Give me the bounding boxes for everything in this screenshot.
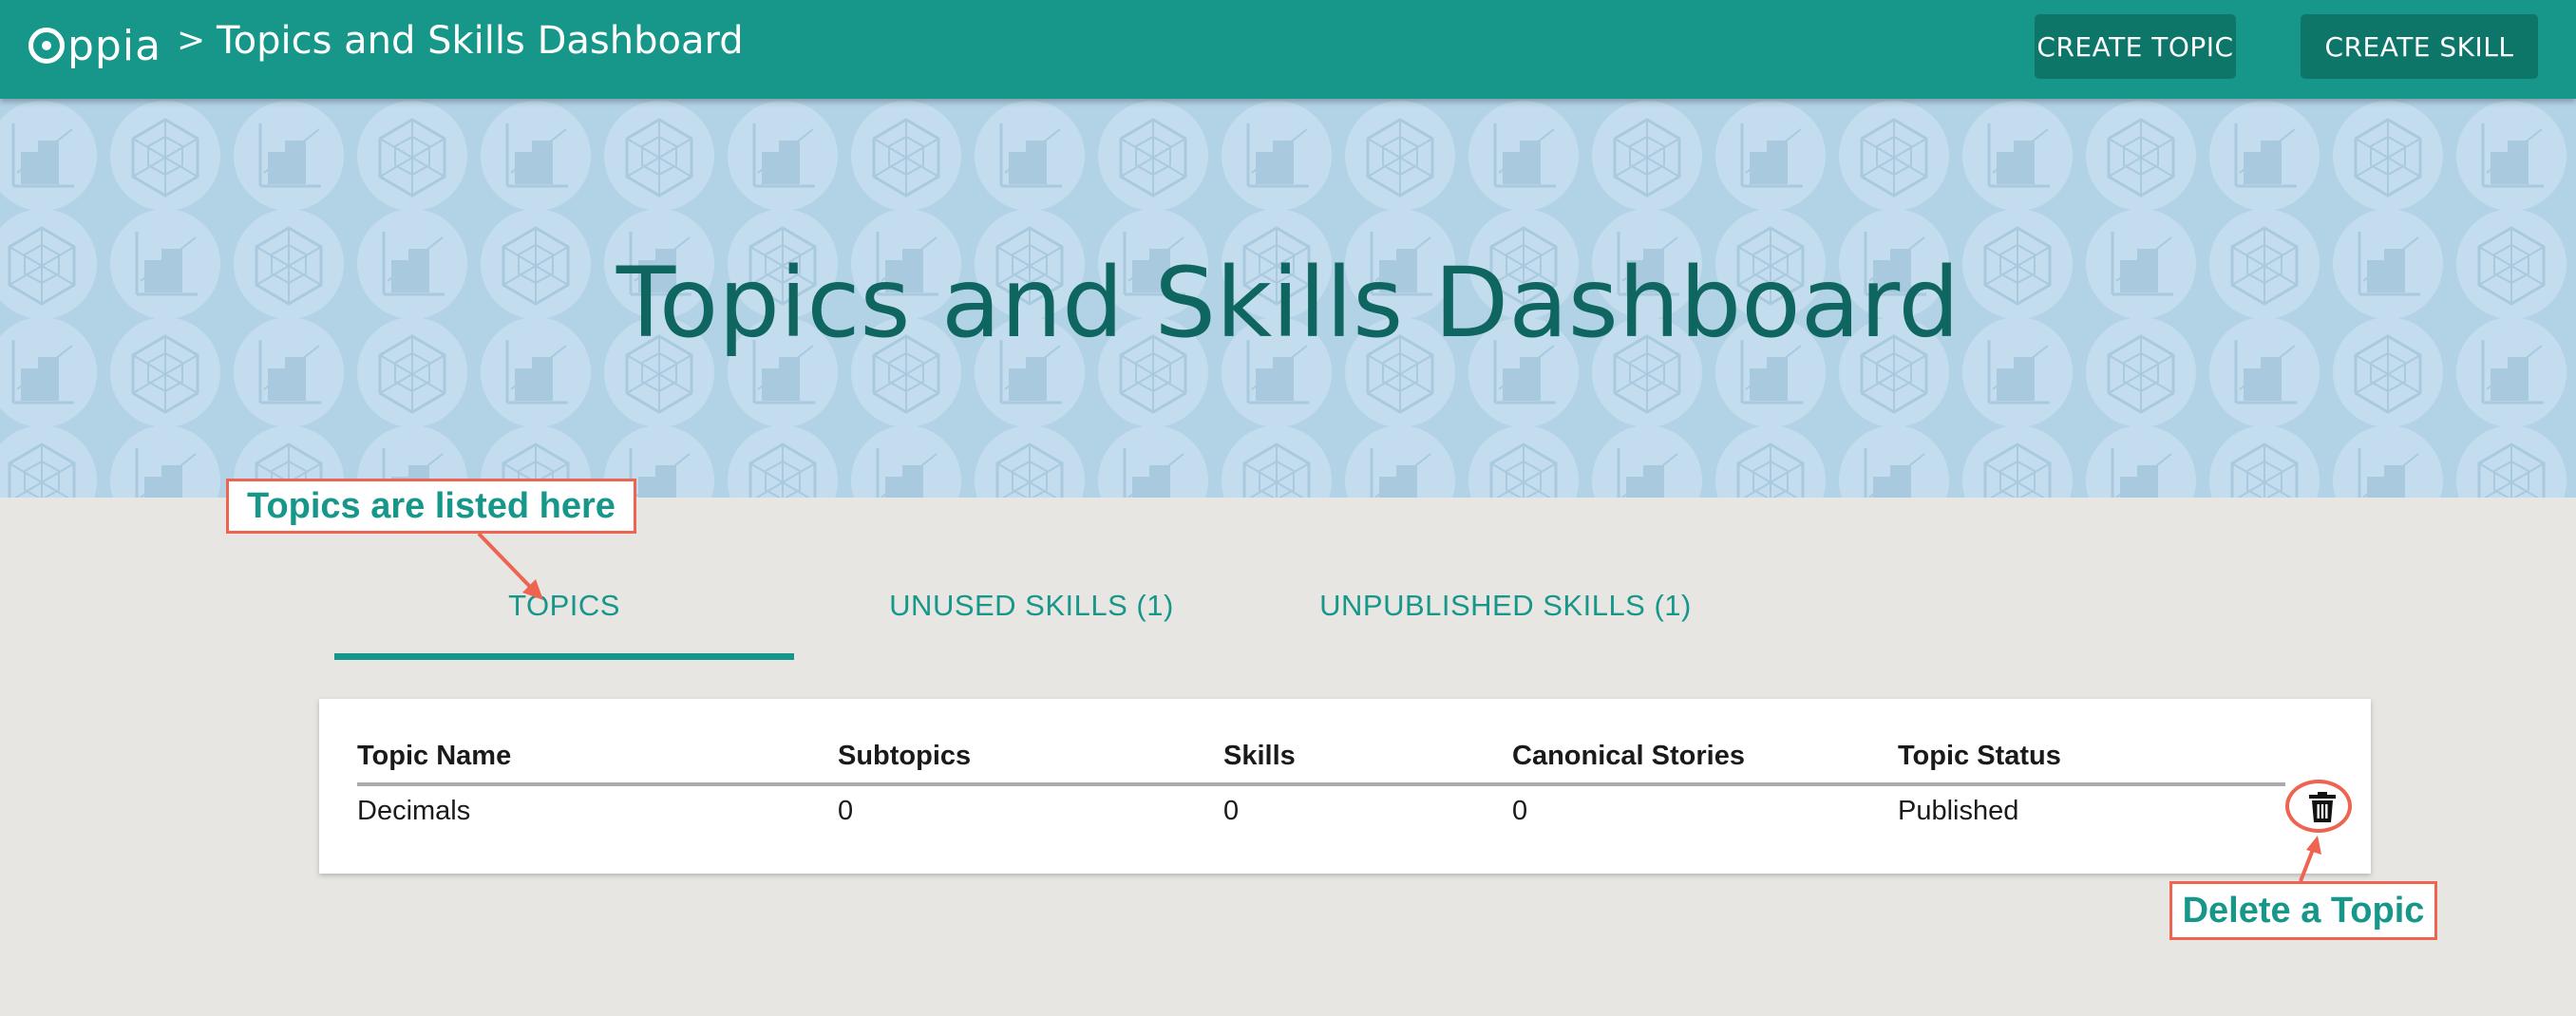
- topic-status-cell: Published: [1898, 796, 2019, 826]
- banner-cube-icon: [1590, 99, 1704, 213]
- column-header-canonical-stories[interactable]: Canonical Stories: [1512, 741, 1745, 772]
- topic-name-cell[interactable]: Decimals: [357, 796, 470, 827]
- tab-unpublished-skills[interactable]: UNPUBLISHED SKILLS (1): [1284, 589, 1727, 646]
- column-header-subtopics[interactable]: Subtopics: [838, 741, 971, 772]
- banner-graph-icon: [1220, 99, 1334, 213]
- banner-graph-icon: [849, 423, 963, 498]
- banner-cube-icon: [1220, 423, 1334, 498]
- oppia-logo-text: ppia: [67, 21, 162, 70]
- table-header-divider: [357, 782, 2285, 786]
- skills-cell: 0: [1223, 796, 1240, 826]
- banner-title: Topics and Skills Dashboard: [616, 247, 1960, 360]
- topics-table: Topic Name Subtopics Skills Canonical St…: [319, 699, 2371, 874]
- banner-cube-icon: [602, 99, 716, 213]
- oppia-logo[interactable]: ppia: [28, 15, 161, 76]
- banner-graph-icon: [1590, 423, 1704, 498]
- banner-cube-icon: [2084, 99, 2198, 213]
- banner-cube-icon: [1714, 423, 1828, 498]
- banner-cube-icon: [108, 99, 222, 213]
- banner-cube-icon: [973, 423, 1087, 498]
- banner-graph-icon: [2084, 423, 2198, 498]
- tab-topics[interactable]: TOPICS: [334, 589, 794, 646]
- breadcrumb-separator: >: [177, 21, 206, 60]
- banner-cube-icon: [2331, 99, 2445, 213]
- banner-graph-icon: [2454, 99, 2568, 213]
- banner-graph-icon: [2207, 99, 2321, 213]
- banner-graph-icon: [0, 99, 99, 213]
- column-header-skills[interactable]: Skills: [1223, 741, 1296, 772]
- top-navbar: ppia > Topics and Skills Dashboard CREAT…: [0, 0, 2576, 99]
- banner-cube-icon: [1343, 99, 1457, 213]
- banner-graph-icon: [1837, 423, 1951, 498]
- banner-graph-icon: [1714, 99, 1828, 213]
- dashboard-banner: Topics and Skills Dashboard: [0, 99, 2576, 498]
- banner-cube-icon: [849, 99, 963, 213]
- banner-cube-icon: [1960, 423, 2074, 498]
- canonical-stories-cell: 0: [1512, 796, 1528, 826]
- create-topic-button[interactable]: CREATE TOPIC: [2035, 14, 2236, 79]
- banner-graph-icon: [479, 99, 593, 213]
- banner-graph-icon: [108, 423, 222, 498]
- banner-cube-icon: [2207, 423, 2321, 498]
- banner-cube-icon: [355, 99, 469, 213]
- banner-cube-icon: [1467, 423, 1581, 498]
- banner-graph-icon: [2331, 423, 2445, 498]
- create-skill-button[interactable]: CREATE SKILL: [2301, 14, 2538, 79]
- banner-graph-icon: [1096, 423, 1210, 498]
- active-tab-indicator: [334, 653, 794, 660]
- banner-graph-icon: [1467, 99, 1581, 213]
- banner-graph-icon: [726, 99, 840, 213]
- annotation-delete-topic: Delete a Topic: [2169, 881, 2437, 940]
- oppia-logo-mark-icon: [28, 28, 65, 64]
- banner-graph-icon: [232, 99, 346, 213]
- column-header-topic-status[interactable]: Topic Status: [1898, 741, 2061, 772]
- annotation-topics-listed: Topics are listed here: [226, 479, 636, 534]
- banner-graph-icon: [973, 99, 1087, 213]
- navbar-page-title: Topics and Skills Dashboard: [217, 19, 744, 63]
- annotation-delete-highlight: [2285, 780, 2352, 833]
- tab-unused-skills[interactable]: UNUSED SKILLS (1): [836, 589, 1227, 646]
- banner-graph-icon: [1960, 99, 2074, 213]
- banner-cube-icon: [0, 423, 99, 498]
- banner-cube-icon: [2454, 423, 2568, 498]
- banner-cube-icon: [726, 423, 840, 498]
- subtopics-cell: 0: [838, 796, 854, 826]
- banner-cube-icon: [1837, 99, 1951, 213]
- banner-cube-icon: [1096, 99, 1210, 213]
- banner-graph-icon: [1343, 423, 1457, 498]
- column-header-topic-name[interactable]: Topic Name: [357, 741, 511, 772]
